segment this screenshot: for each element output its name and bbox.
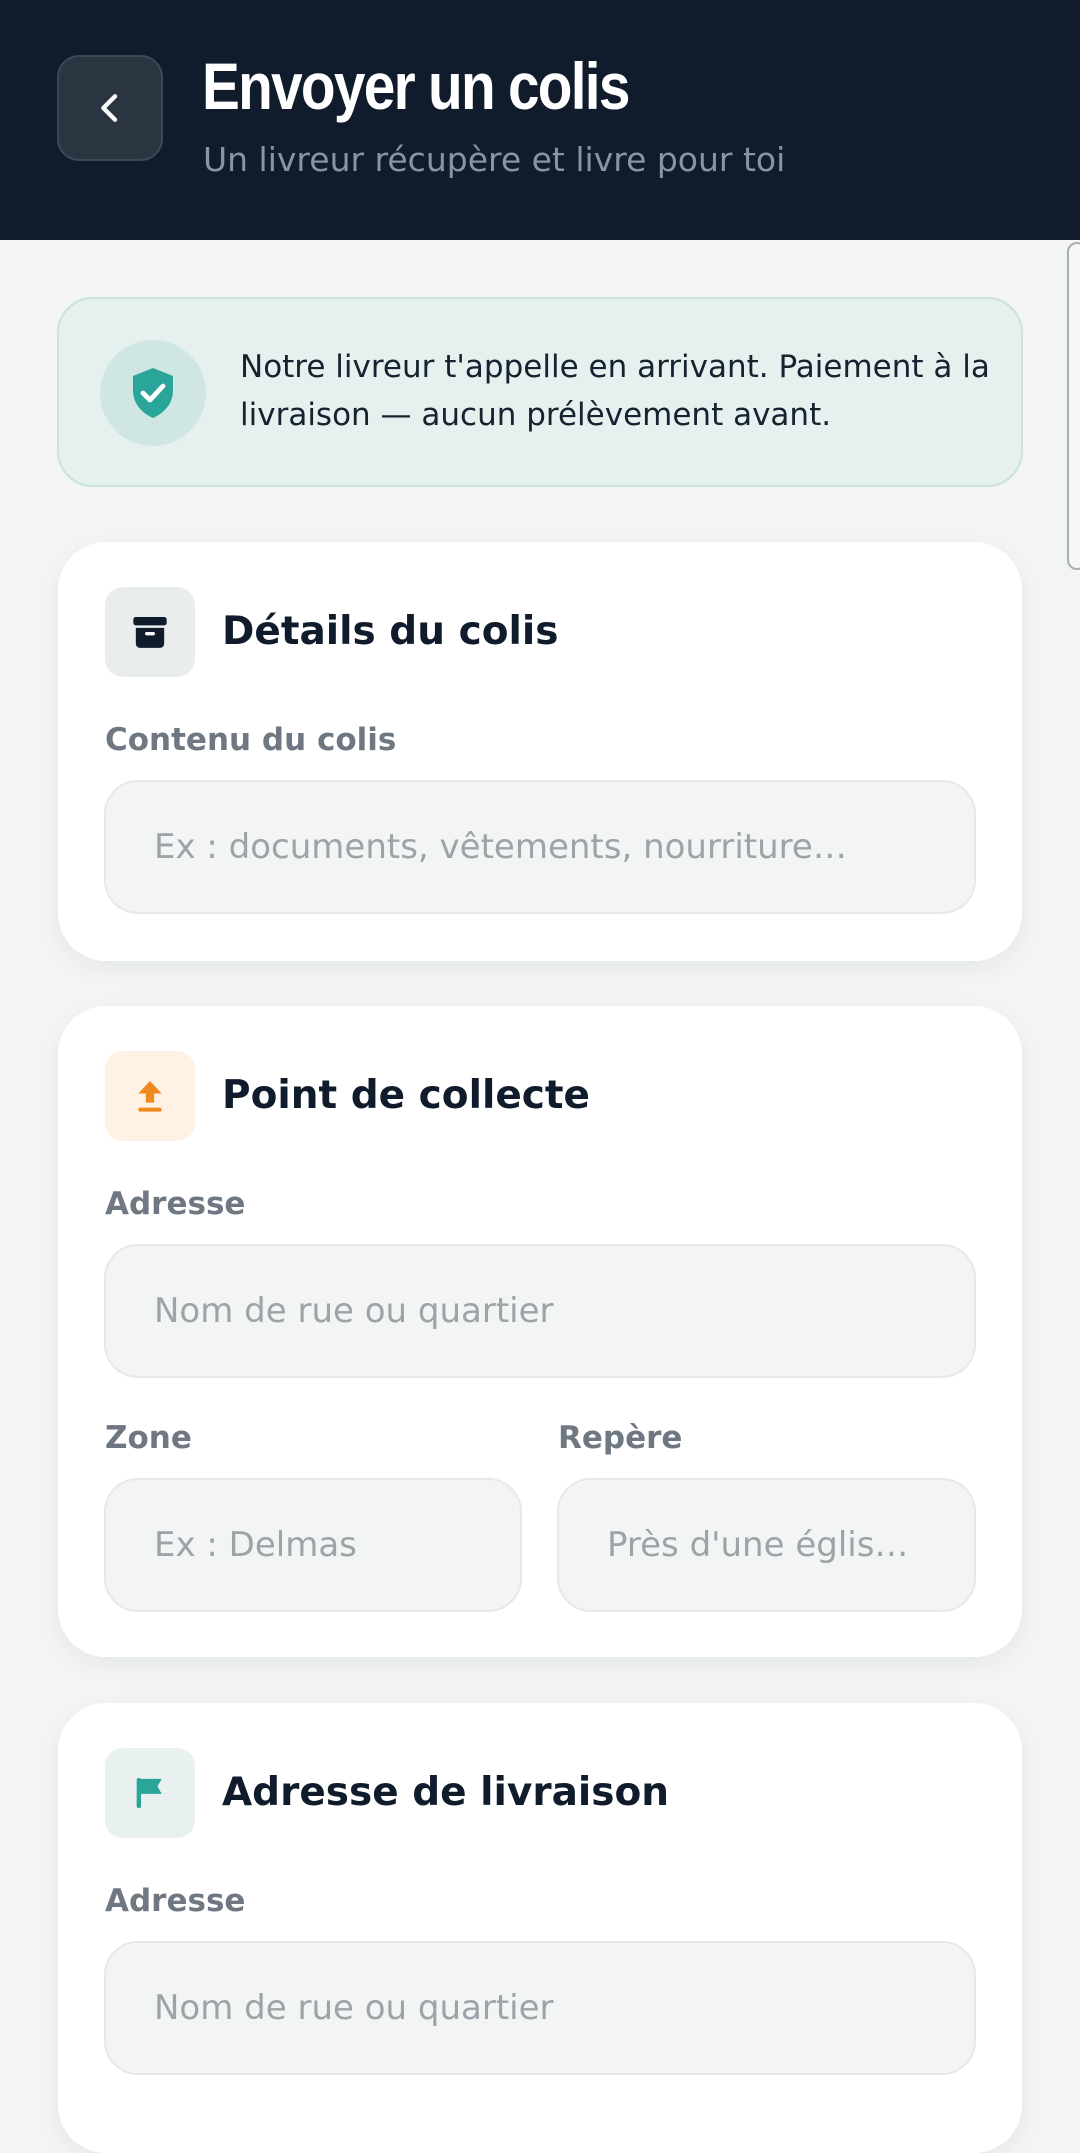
pickup-icon-badge <box>105 1051 195 1141</box>
delivery-address-input[interactable] <box>104 1941 976 2075</box>
app-header: Envoyer un colis Un livreur récupère et … <box>0 0 1080 240</box>
delivery-address-title: Adresse de livraison <box>222 1770 670 1815</box>
flag-icon <box>136 1778 162 1808</box>
pickup-point-card: Point de collecte Adresse Zone Repère <box>58 1006 1022 1657</box>
delivery-icon-badge <box>105 1748 195 1838</box>
page-title: Envoyer un colis <box>202 49 630 123</box>
pickup-landmark-label: Repère <box>558 1420 683 1456</box>
package-details-title: Détails du colis <box>222 609 559 654</box>
pickup-point-title: Point de collecte <box>222 1073 590 1118</box>
package-icon-badge <box>105 587 195 677</box>
chevron-left-icon <box>101 94 118 122</box>
notice-text: Notre livreur t'appelle en arrivant. Pai… <box>240 349 990 433</box>
pickup-address-label: Adresse <box>105 1186 246 1222</box>
notice-icon-badge <box>100 340 206 446</box>
content-label: Contenu du colis <box>105 722 397 758</box>
shield-check-icon <box>133 368 173 418</box>
pickup-address-input[interactable] <box>104 1244 976 1378</box>
archive-box-icon <box>133 617 167 648</box>
back-button[interactable] <box>57 55 163 161</box>
package-details-card: Détails du colis Contenu du colis <box>58 542 1022 961</box>
pickup-landmark-input[interactable] <box>557 1478 976 1612</box>
info-notice: Notre livreur t'appelle en arrivant. Pai… <box>57 297 1023 487</box>
page-subtitle: Un livreur récupère et livre pour toi <box>203 140 786 179</box>
content-input[interactable] <box>104 780 976 914</box>
delivery-address-card: Adresse de livraison Adresse <box>58 1703 1022 2153</box>
upload-arrow-icon <box>138 1081 162 1112</box>
delivery-address-label: Adresse <box>105 1883 246 1919</box>
pickup-zone-label: Zone <box>105 1420 192 1456</box>
side-scroll-handle[interactable] <box>1067 242 1080 570</box>
pickup-zone-input[interactable] <box>104 1478 522 1612</box>
